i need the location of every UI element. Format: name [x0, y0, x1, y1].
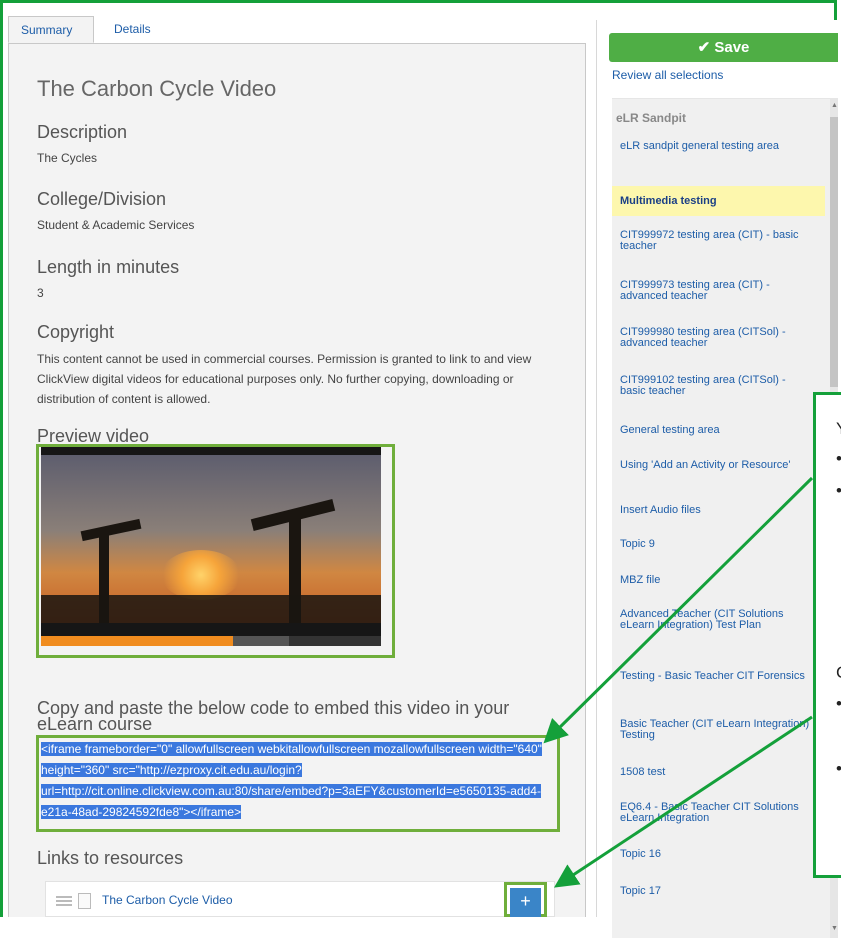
- arrow-to-code: [543, 476, 814, 744]
- arrow-to-add: [553, 715, 813, 888]
- annotation-arrows: [543, 476, 814, 888]
- scroll-down-icon[interactable]: ▼: [831, 925, 838, 932]
